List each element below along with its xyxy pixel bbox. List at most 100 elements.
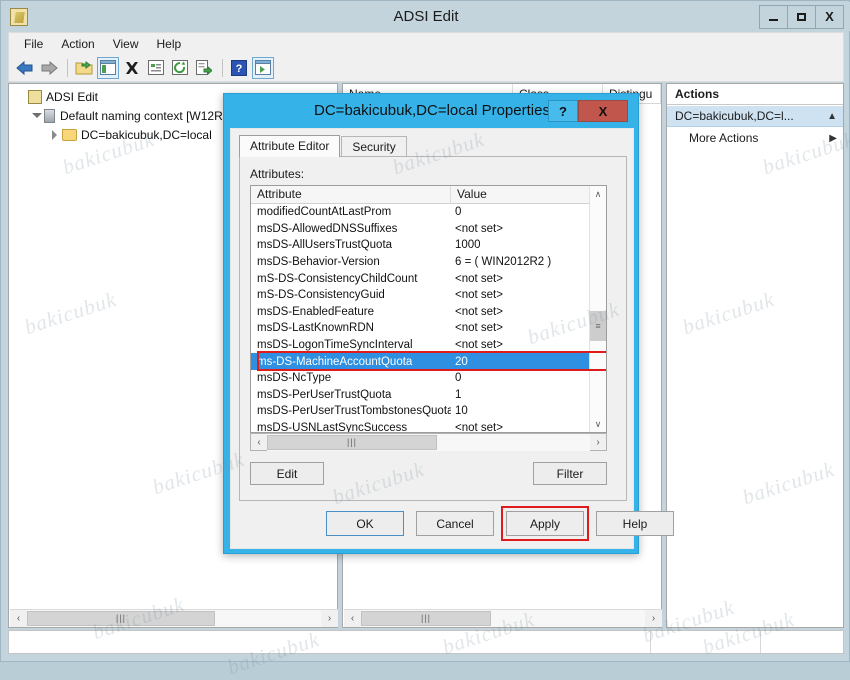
table-row[interactable]: msDS-Behavior-Version 6 = ( WIN2012R2 ) [251, 254, 606, 271]
action-item-more-actions[interactable]: More Actions ▶ [667, 127, 843, 149]
properties-dialog: DC=bakicubuk,DC=local Properties ? X Att… [223, 93, 674, 554]
attributes-column-headers: Attribute Value [251, 186, 606, 204]
attribute-value-cell: 6 = ( WIN2012R2 ) [455, 256, 552, 269]
actions-group-header-dc-bakicubuk[interactable]: DC=bakicubuk,DC=l... ▲ [667, 105, 843, 127]
table-row[interactable]: msDS-PerUserTrustQuota 1 [251, 387, 606, 404]
hscroll-track[interactable]: ||| [361, 609, 645, 627]
tab-attribute-editor[interactable]: Attribute Editor [239, 135, 341, 157]
attribute-value-cell: 1000 [455, 239, 481, 252]
table-row[interactable]: msDS-LogonTimeSyncInterval <not set> [251, 337, 606, 354]
ok-button[interactable]: OK [326, 511, 404, 536]
dialog-titlebar: DC=bakicubuk,DC=local Properties ? X [224, 94, 640, 128]
column-header-value[interactable]: Value [451, 186, 590, 203]
toolbar-separator [67, 58, 68, 77]
delete-icon[interactable] [121, 57, 143, 79]
dialog-close-button[interactable]: X [578, 100, 628, 122]
attribute-name-cell: msDS-PerUserTrustQuota [257, 388, 392, 401]
status-cell-3 [761, 631, 843, 653]
hscroll-thumb[interactable]: ||| [27, 610, 215, 626]
attribute-name-cell: msDS-AllUsersTrustQuota [257, 239, 393, 252]
table-row[interactable]: msDS-AllowedDNSSuffixes <not set> [251, 221, 606, 238]
hscroll-track[interactable]: ||| [27, 609, 321, 627]
folder-icon [62, 128, 77, 141]
svg-text:?: ? [236, 63, 243, 75]
maximize-button[interactable] [787, 4, 816, 29]
table-row[interactable]: mS-DS-ConsistencyChildCount <not set> [251, 270, 606, 287]
hscroll-thumb[interactable]: ||| [361, 610, 491, 626]
menu-item-help[interactable]: Help [148, 35, 191, 53]
actions-group-label: DC=bakicubuk,DC=l... [675, 109, 794, 123]
chevron-right-icon[interactable]: ▶ [829, 133, 837, 144]
attribute-value-cell: <not set> [455, 289, 503, 302]
menu-item-file[interactable]: File [15, 35, 52, 53]
table-row[interactable]: ms-DS-MachineAccountQuota 20 [251, 353, 606, 370]
table-row[interactable]: mS-DS-ConsistencyGuid <not set> [251, 287, 606, 304]
menu-bar: File Action View Help [8, 32, 844, 54]
apply-button[interactable]: Apply [506, 511, 584, 536]
table-row[interactable]: msDS-EnabledFeature <not set> [251, 304, 606, 321]
server-icon [44, 108, 55, 123]
scroll-right-button[interactable]: › [321, 609, 338, 627]
attribute-name-cell: msDS-PerUserTrustTombstonesQuota [257, 405, 451, 418]
hscroll-thumb[interactable]: ||| [267, 434, 437, 450]
help-button[interactable]: Help [596, 511, 674, 536]
attribute-name-cell: modifiedCountAtLastProm [257, 206, 392, 219]
up-folder-icon[interactable] [73, 57, 95, 79]
show-action-pane-icon[interactable] [252, 56, 274, 79]
attribute-name-cell: ms-DS-MachineAccountQuota [257, 355, 413, 368]
back-icon[interactable] [14, 57, 36, 79]
attributes-listview[interactable]: Attribute Value modifiedCountAtLastProm 0… [250, 185, 607, 433]
attribute-value-cell: 10 [455, 405, 468, 418]
show-hide-console-tree-icon[interactable] [97, 56, 119, 79]
edit-button[interactable]: Edit [250, 462, 324, 485]
help-icon[interactable]: ? [228, 57, 250, 79]
attributes-label: Attributes: [250, 167, 305, 181]
hscroll-track[interactable]: ||| [267, 433, 590, 451]
scroll-right-button[interactable]: › [590, 434, 606, 450]
filter-button[interactable]: Filter [533, 462, 607, 485]
chevron-right-icon[interactable] [49, 129, 60, 140]
forward-icon[interactable] [38, 57, 60, 79]
properties-icon[interactable] [145, 57, 167, 79]
table-row[interactable]: msDS-LastKnownRDN <not set> [251, 320, 606, 337]
menu-item-view[interactable]: View [104, 35, 148, 53]
cancel-button[interactable]: Cancel [416, 511, 494, 536]
minimize-button[interactable] [759, 4, 788, 29]
table-row[interactable]: msDS-NcType 0 [251, 370, 606, 387]
attribute-name-cell: mS-DS-ConsistencyGuid [257, 289, 385, 302]
tree-pane-hscrollbar[interactable]: ‹ ||| › [10, 609, 338, 627]
table-row[interactable]: msDS-AllUsersTrustQuota 1000 [251, 237, 606, 254]
refresh-icon[interactable] [169, 57, 191, 79]
attribute-value-cell: 0 [455, 372, 462, 385]
attribute-name-cell: msDS-LogonTimeSyncInterval [257, 339, 413, 352]
table-row[interactable]: msDS-PerUserTrustTombstonesQuota 10 [251, 403, 606, 420]
attribute-value-cell: <not set> [455, 422, 503, 433]
actions-pane-title: Actions [667, 84, 843, 105]
attribute-rows: modifiedCountAtLastProm 0 msDS-AllowedDNSS… [251, 204, 606, 433]
menu-item-action[interactable]: Action [52, 35, 103, 53]
vscroll-thumb[interactable]: ≡ [590, 311, 606, 341]
scroll-left-button[interactable]: ‹ [10, 609, 27, 627]
chevron-down-icon[interactable] [31, 110, 42, 121]
chevron-up-icon[interactable]: ▲ [827, 111, 837, 122]
attributes-vscrollbar[interactable]: ∧ ≡ ∨ [589, 186, 606, 432]
scroll-left-button[interactable]: ‹ [251, 434, 267, 450]
column-header-attribute[interactable]: Attribute [251, 186, 451, 203]
status-cell-2 [651, 631, 761, 653]
table-row[interactable]: modifiedCountAtLastProm 0 [251, 204, 606, 221]
attribute-name-cell: mS-DS-ConsistencyChildCount [257, 272, 418, 285]
window-controls: X [759, 4, 844, 29]
scroll-right-button[interactable]: › [645, 609, 662, 627]
tab-security[interactable]: Security [341, 136, 407, 157]
dialog-tabstrip: Attribute Editor Security [239, 135, 408, 157]
table-row[interactable]: msDS-USNLastSyncSuccess <not set> [251, 420, 606, 433]
close-button[interactable]: X [815, 4, 844, 29]
attributes-hscrollbar[interactable]: ‹ ||| › [250, 433, 607, 451]
dialog-help-button[interactable]: ? [548, 100, 578, 122]
scroll-down-button[interactable]: ∨ [590, 416, 606, 432]
attribute-editor-panel: Attributes: Attribute Value modifiedCoun… [239, 156, 627, 501]
scroll-up-button[interactable]: ∧ [590, 186, 606, 202]
list-pane-hscrollbar[interactable]: ‹ ||| › [344, 609, 662, 627]
scroll-left-button[interactable]: ‹ [344, 609, 361, 627]
export-list-icon[interactable] [193, 57, 215, 79]
